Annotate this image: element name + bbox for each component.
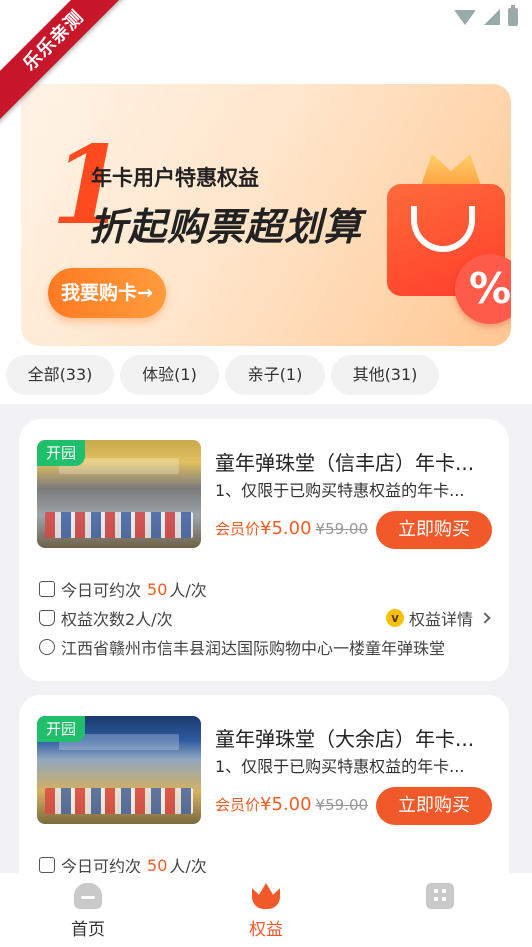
thumbnail-machines (45, 788, 193, 814)
banner-headline: 折起购票超划算 (89, 205, 363, 249)
bottom-nav: 首页 权益 (0, 873, 532, 947)
product-title: 童年弹珠堂（信丰店）年卡... (215, 451, 475, 475)
signal-icon (484, 9, 500, 25)
detail-label: 权益详情 (408, 610, 473, 629)
filter-tabs: 全部(33) 体验(1) 亲子(1) 其他(31) (0, 346, 532, 404)
battery-icon (508, 5, 518, 26)
calendar-icon (39, 857, 55, 873)
today-count: 50 (147, 579, 168, 599)
wifi-icon (454, 9, 476, 25)
member-price: ¥5.00 (260, 518, 312, 539)
address-row: 江西省赣州市信丰县润达国际购物中心一楼童年弹珠堂 (39, 635, 445, 659)
product-desc: 1、仅限于已购买特惠权益的年卡... (215, 481, 465, 500)
status-icons (454, 5, 518, 26)
product-title: 童年弹珠堂（大余店）年卡... (215, 727, 475, 751)
nav-rights[interactable]: 权益 (231, 883, 301, 940)
banner-subtitle: 年卡用户特惠权益 (91, 166, 259, 190)
buy-card-button[interactable]: 我要购卡→ (48, 268, 166, 318)
v-icon: v (385, 609, 404, 627)
today-label: 今日可约次 (61, 581, 142, 600)
today-unit: 人/次 (169, 581, 207, 600)
quota-text: 权益次数2人/次 (61, 610, 173, 629)
nav-rights-label: 权益 (249, 920, 283, 940)
original-price: ¥59.00 (315, 520, 369, 538)
thumbnail-machines (45, 512, 193, 538)
quota-row: 权益次数2人/次 (39, 606, 173, 630)
home-icon (74, 883, 102, 909)
location-icon (39, 639, 55, 655)
today-count: 50 (147, 855, 168, 875)
filter-other[interactable]: 其他(31) (331, 355, 439, 395)
promo-banner[interactable]: 1 年卡用户特惠权益 折起购票超划算 我要购卡→ % (21, 84, 511, 346)
percent-badge-icon: % (455, 254, 511, 324)
crown-icon (252, 883, 280, 909)
address-text: 江西省赣州市信丰县润达国际购物中心一楼童年弹珠堂 (61, 639, 446, 658)
filter-experience[interactable]: 体验(1) (120, 355, 219, 395)
rights-detail-link[interactable]: v 权益详情 (385, 606, 491, 630)
today-availability: 今日可约次 50 人/次 (39, 577, 207, 601)
filter-all[interactable]: 全部(33) (6, 355, 114, 395)
chevron-right-icon (479, 612, 491, 624)
buy-now-button[interactable]: 立即购买 (376, 787, 492, 825)
original-price: ¥59.00 (315, 796, 369, 814)
mine-icon (426, 883, 454, 909)
nav-mine[interactable] (405, 883, 475, 915)
buy-now-button[interactable]: 立即购买 (376, 511, 492, 549)
price-row: 会员价¥5.00 ¥59.00 (215, 794, 368, 815)
open-badge: 开园 (37, 440, 85, 466)
nav-home-label: 首页 (71, 920, 105, 940)
price-row: 会员价¥5.00 ¥59.00 (215, 518, 368, 539)
open-badge: 开园 (37, 716, 85, 742)
crown-icon (39, 610, 55, 626)
calendar-icon (39, 581, 55, 597)
nav-home[interactable]: 首页 (53, 883, 123, 940)
price-label: 会员价 (215, 520, 261, 538)
product-thumbnail: 开园 (37, 440, 201, 548)
price-label: 会员价 (215, 796, 261, 814)
product-desc: 1、仅限于已购买特惠权益的年卡... (215, 757, 465, 776)
product-card[interactable]: 开园 童年弹珠堂（信丰店）年卡... 1、仅限于已购买特惠权益的年卡... 会员… (19, 419, 509, 681)
product-thumbnail: 开园 (37, 716, 201, 824)
member-price: ¥5.00 (260, 794, 312, 815)
filter-family[interactable]: 亲子(1) (225, 355, 325, 395)
